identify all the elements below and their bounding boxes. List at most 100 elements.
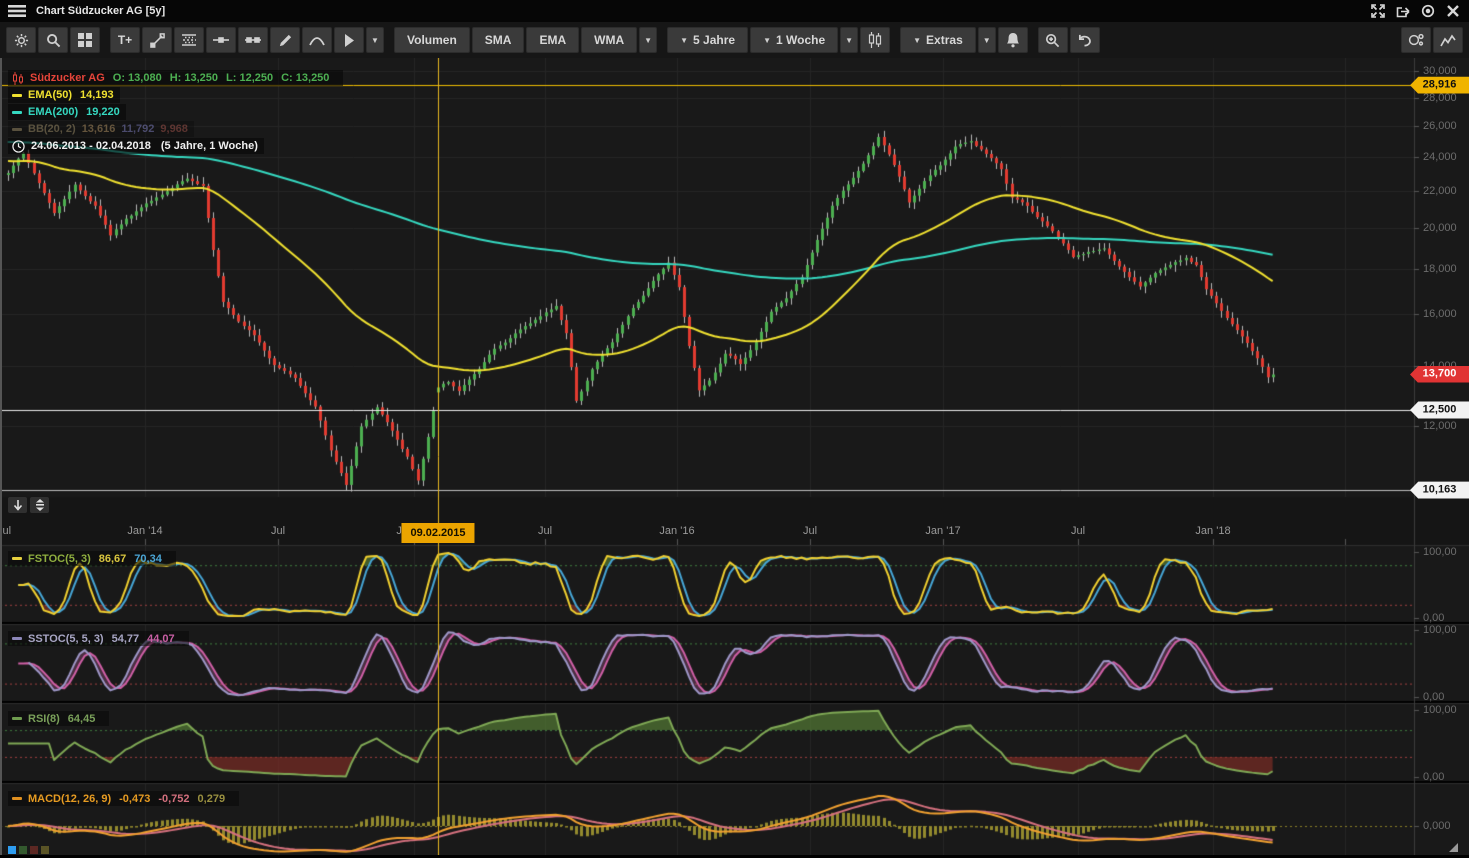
draw-tools-dropdown[interactable]: ▼ [366,27,384,53]
symbol-legend-row[interactable]: Südzucker AG O: 13,080H: 13,250L: 12,250… [8,70,343,86]
y-axis-tick: 22,000 [1423,185,1457,197]
left-edge-grip [0,58,2,855]
last-price-badge: 13,700 [1410,366,1469,383]
sstoc-swatch [12,637,22,640]
ema200-swatch [12,111,22,114]
sma-button[interactable]: SMA [472,27,525,53]
wma-button[interactable]: WMA [581,27,637,53]
panel-dot-3[interactable] [30,846,38,854]
gear-icon[interactable] [6,27,36,53]
date-range-detail: (5 Jahre, 1 Woche) [161,140,258,152]
pencil-icon[interactable] [270,27,300,53]
period-button[interactable]: ▼5 Jahre [667,27,748,53]
ema200-legend-row[interactable]: EMA(200) 19,220 [8,104,126,120]
popout-icon[interactable] [1395,4,1411,19]
trend-line-icon[interactable] [142,27,172,53]
extras-dropdown[interactable]: ▼ [978,27,996,53]
bb-swatch [12,128,22,131]
y-axis-tick: 12,000 [1423,420,1457,432]
x-axis-tick: Jul [271,525,285,537]
date-range: 24.06.2013 - 02.04.2018 [31,140,151,152]
arc-icon[interactable] [302,27,332,53]
grid-icon[interactable] [70,27,100,53]
bollinger-legend-row[interactable]: BB(20, 2) 13,616 11,792 9,968 [8,121,194,137]
macd-axis-zero: 0,000 [1423,820,1451,832]
x-axis-tick: Jan '16 [659,525,694,537]
ema200-value: 19,220 [86,106,120,118]
undo-icon[interactable] [1070,27,1100,53]
price-level-badge: 10,163 [1410,482,1469,499]
panel-dot-1[interactable] [8,846,16,854]
toolbar: T+ ▼ Volumen SMA EMA WMA ▼ ▼5 Jahre ▼1 W… [0,22,1469,58]
panel-dot-2[interactable] [19,846,27,854]
chart-legend: Südzucker AG O: 13,080H: 13,250L: 12,250… [8,70,343,155]
sstoc-axis-top: 100,00 [1423,624,1457,636]
subpanel-controls [8,497,49,513]
fstoc-swatch [12,557,22,560]
ohlc-values: O: 13,080H: 13,250L: 12,250C: 13,250 [113,72,338,84]
y-axis-tick: 20,000 [1423,222,1457,234]
candles-mini-icon [12,72,24,85]
text-tool-button[interactable]: T+ [110,27,140,53]
maximize-icon[interactable] [1370,4,1386,19]
crosshair-date-badge: 09.02.2015 [401,523,474,543]
x-axis-tick: Jul [538,525,552,537]
macd-legend[interactable]: MACD(12, 26, 9) -0,473 -0,752 0,279 [8,791,239,806]
collapse-subpanels-button[interactable] [8,497,27,513]
symbol-name: Südzucker AG [30,72,105,84]
target-icon[interactable] [1420,4,1436,19]
sstoc-axis-bottom: 0,00 [1423,691,1444,703]
search-icon[interactable] [38,27,68,53]
x-axis-tick: Jul [803,525,817,537]
expand-subpanels-button[interactable] [30,497,49,513]
indicators-dropdown[interactable]: ▼ [639,27,657,53]
chart-type-dropdown[interactable]: ▼ [840,27,858,53]
x-axis-tick: Jan '17 [925,525,960,537]
rsi-legend[interactable]: RSI(8) 64,45 [8,711,109,726]
rsi-swatch [12,717,22,720]
y-axis-tick: 26,000 [1423,120,1457,132]
bubbles-icon[interactable] [1401,27,1431,53]
rsi-axis-top: 100,00 [1423,704,1457,716]
horizontal-line-icon[interactable] [206,27,236,53]
price-level-badge: 28,916 [1410,77,1469,94]
volumen-button[interactable]: Volumen [394,27,470,53]
x-axis-tick: Jan '18 [1195,525,1230,537]
x-axis-tick: Jan '14 [127,525,162,537]
zoom-in-icon[interactable] [1038,27,1068,53]
y-axis-tick: 30,000 [1423,65,1457,77]
bell-icon[interactable] [998,27,1028,53]
pointer-icon[interactable] [334,27,364,53]
y-axis-tick: 18,000 [1423,263,1457,275]
menu-icon[interactable] [4,2,30,20]
retracement-icon[interactable] [174,27,204,53]
fstoc-legend[interactable]: FSTOC(5, 3) 86,67 70,34 [8,551,176,566]
price-level-badge: 12,500 [1410,401,1469,418]
ema50-legend-row[interactable]: EMA(50) 14,193 [8,87,120,103]
rsi-axis-bottom: 0,00 [1423,771,1444,783]
macd-swatch [12,797,22,800]
sstoc-legend[interactable]: SSTOC(5, 5, 3) 54,77 44,07 [8,631,189,646]
title-bar: Chart Südzucker AG [5y] [0,0,1469,22]
panel-dot-4[interactable] [41,846,49,854]
clock-icon [12,140,25,153]
panel-indicator-dots [8,846,49,854]
panel-resize-handle[interactable] [1449,843,1458,852]
y-axis-tick: 16,000 [1423,308,1457,320]
x-axis-tick: Jul [1071,525,1085,537]
extras-button[interactable]: ▼Extras [900,27,976,53]
chart-canvas[interactable] [0,58,1469,855]
window-title: Chart Südzucker AG [5y] [36,5,165,17]
horizontal-ray-icon[interactable] [238,27,268,53]
fstoc-axis-top: 100,00 [1423,546,1457,558]
y-axis-tick: 24,000 [1423,151,1457,163]
fstoc-axis-bottom: 0,00 [1423,612,1444,624]
interval-button[interactable]: ▼1 Woche [750,27,838,53]
date-range-row: 24.06.2013 - 02.04.2018 (5 Jahre, 1 Woch… [8,138,264,154]
app-window: { "window": { "title": "Chart Südzucker … [0,0,1469,858]
line-chart-icon[interactable] [1433,27,1463,53]
close-icon[interactable] [1445,4,1461,19]
ema50-swatch [12,94,22,97]
candlestick-icon[interactable] [860,27,890,53]
ema-button[interactable]: EMA [526,27,579,53]
